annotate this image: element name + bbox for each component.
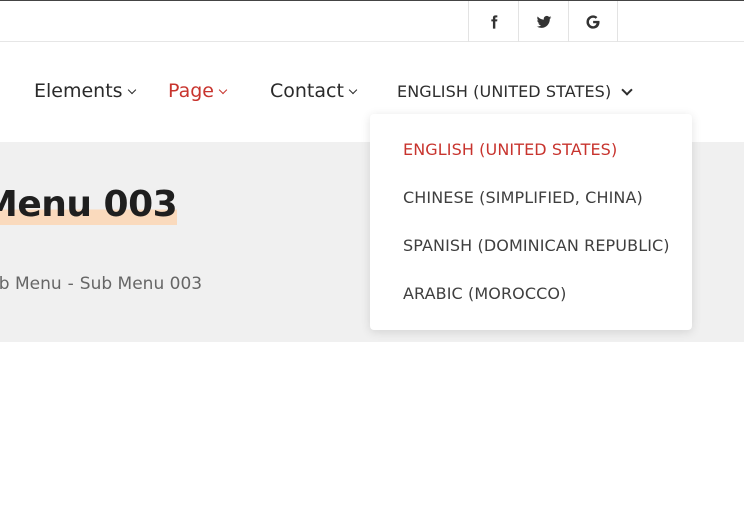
twitter-icon (536, 15, 551, 28)
language-option-english[interactable]: ENGLISH (UNITED STATES) (403, 140, 617, 159)
chevron-down-icon (218, 85, 228, 94)
page-title: Menu 003 (0, 184, 178, 225)
facebook-icon (490, 14, 497, 29)
nav-item-label: Page (168, 80, 214, 102)
language-selector[interactable]: ENGLISH (UNITED STATES) (397, 82, 633, 101)
language-option-spanish[interactable]: SPANISH (DOMINICAN REPUBLIC) (403, 236, 670, 255)
nav-item-elements[interactable]: Elements (34, 80, 136, 102)
breadcrumb: ub Menu-Sub Menu 003 (0, 274, 202, 294)
nav-item-label: Contact (270, 80, 344, 102)
language-selector-label: ENGLISH (UNITED STATES) (397, 82, 612, 101)
breadcrumb-separator: - (67, 274, 74, 294)
chevron-down-icon (348, 85, 358, 94)
page-title-text: Menu 003 (0, 184, 178, 225)
nav-item-label: Elements (34, 80, 123, 102)
chevron-down-icon (621, 83, 633, 96)
language-option-arabic[interactable]: ARABIC (MOROCCO) (403, 284, 566, 303)
social-links (468, 1, 618, 42)
facebook-button[interactable] (468, 1, 518, 42)
chevron-down-icon (127, 85, 136, 94)
language-dropdown: ENGLISH (UNITED STATES) CHINESE (SIMPLIF… (370, 114, 692, 330)
language-option-chinese[interactable]: CHINESE (SIMPLIFIED, CHINA) (403, 188, 643, 207)
google-icon (586, 14, 600, 29)
breadcrumb-item-current: Sub Menu 003 (79, 274, 203, 294)
google-button[interactable] (568, 1, 618, 42)
nav-item-contact[interactable]: Contact (270, 80, 358, 102)
top-bar (0, 0, 744, 42)
twitter-button[interactable] (518, 1, 568, 42)
nav-item-page[interactable]: Page (168, 80, 228, 102)
breadcrumb-item-parent[interactable]: ub Menu (0, 274, 62, 294)
